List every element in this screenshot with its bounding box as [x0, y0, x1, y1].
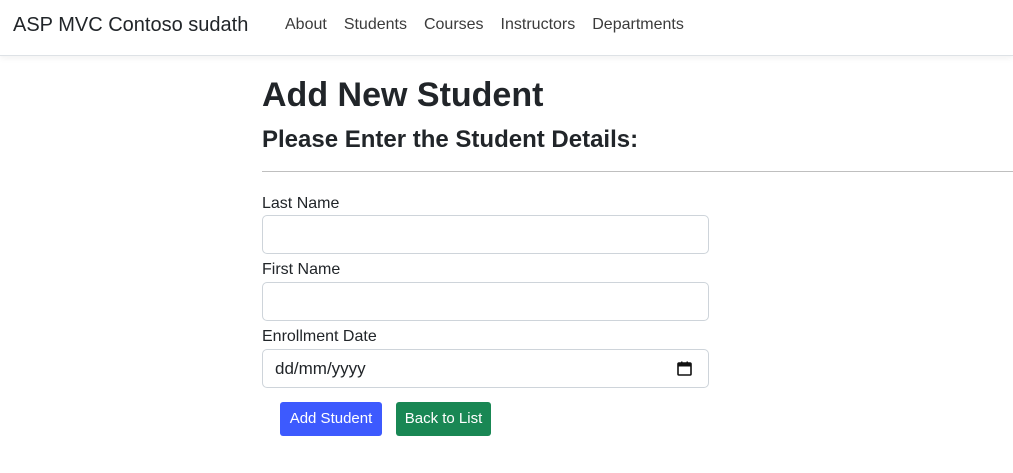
add-student-button[interactable]: Add Student — [280, 402, 382, 436]
brand-link[interactable]: ASP MVC Contoso sudath — [13, 12, 248, 38]
navbar: ASP MVC Contoso sudath About Students Co… — [0, 0, 1013, 56]
divider — [262, 171, 1013, 172]
nav-link-departments[interactable]: Departments — [592, 14, 684, 36]
nav-link-students[interactable]: Students — [344, 14, 407, 36]
enrollment-date-input[interactable]: dd/mm/yyyy — [262, 349, 709, 388]
page-title: Add New Student — [262, 76, 544, 114]
first-name-label: First Name — [262, 261, 341, 278]
nav-links: About Students Courses Instructors Depar… — [285, 14, 684, 36]
last-name-label: Last Name — [262, 195, 340, 212]
page-subtitle: Please Enter the Student Details: — [262, 126, 639, 153]
enrollment-date-placeholder: dd/mm/yyyy — [275, 359, 366, 378]
enrollment-date-label: Enrollment Date — [262, 328, 377, 345]
back-to-list-button[interactable]: Back to List — [396, 402, 491, 436]
first-name-input[interactable] — [262, 282, 709, 321]
calendar-icon[interactable] — [677, 361, 692, 376]
nav-link-instructors[interactable]: Instructors — [501, 14, 576, 36]
nav-link-about[interactable]: About — [285, 14, 327, 36]
nav-link-courses[interactable]: Courses — [424, 14, 484, 36]
last-name-input[interactable] — [262, 215, 709, 254]
